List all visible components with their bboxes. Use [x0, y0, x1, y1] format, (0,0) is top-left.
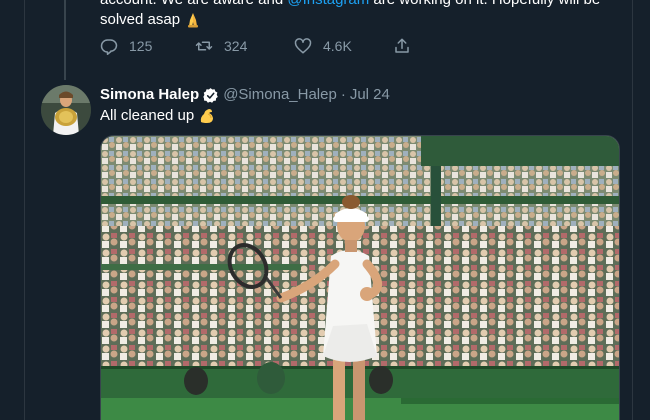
like-count: 4.6K — [323, 38, 352, 54]
share-icon — [395, 38, 409, 53]
header-separator: · — [340, 86, 346, 103]
previous-tweet-line-2: solved asap — [100, 10, 620, 30]
tennis-photo — [101, 136, 619, 420]
avatar[interactable] — [41, 85, 91, 135]
previous-tweet-line-1: account. We are aware and @Instagram are… — [100, 0, 620, 10]
instagram-mention-link[interactable]: @Instagram — [287, 0, 369, 8]
reply-button[interactable]: 125 — [100, 37, 195, 55]
previous-tweet-actions: 125 324 4.6K — [100, 36, 422, 56]
column-border-right — [632, 0, 633, 420]
tweet-date[interactable]: Jul 24 — [350, 85, 390, 105]
folded-hands-emoji — [188, 13, 199, 28]
column-border-left — [24, 0, 25, 420]
display-name[interactable]: Simona Halep — [100, 85, 199, 105]
reply-icon — [100, 39, 118, 55]
flexed-biceps-emoji — [201, 109, 214, 123]
twitter-timeline: account. We are aware and @Instagram are… — [0, 0, 650, 420]
reply-count: 125 — [129, 38, 153, 54]
share-button[interactable] — [393, 37, 422, 55]
thread-connector-line — [64, 0, 66, 80]
previous-tweet-text-part: account. We are aware and — [100, 0, 287, 8]
tweet-media-image[interactable] — [100, 135, 620, 420]
retweet-button[interactable]: 324 — [195, 37, 294, 55]
previous-tweet-text-part: are working on it. Hopefully will be — [369, 0, 600, 8]
retweet-count: 324 — [224, 38, 248, 54]
tweet-text: All cleaned up — [100, 106, 216, 126]
user-handle[interactable]: @Simona_Halep — [223, 85, 337, 105]
verified-badge-icon — [203, 87, 218, 103]
previous-tweet-text-part: solved asap — [100, 11, 181, 28]
tweet-header: Simona Halep @Simona_Halep · Jul 24 — [100, 85, 390, 105]
tweet-text-content: All cleaned up — [100, 107, 195, 124]
like-button[interactable]: 4.6K — [294, 37, 393, 55]
previous-tweet-text: account. We are aware and @Instagram are… — [100, 0, 620, 30]
like-icon — [294, 38, 312, 54]
retweet-icon — [195, 41, 213, 51]
